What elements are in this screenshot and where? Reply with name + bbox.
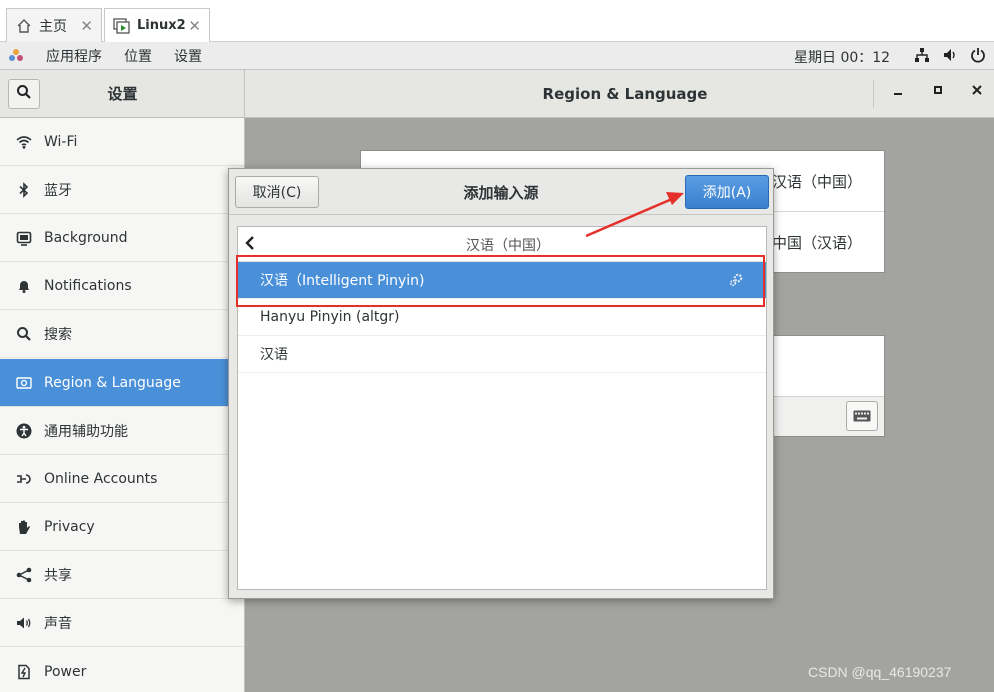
bluetooth-icon xyxy=(16,181,32,198)
sidebar-item-power[interactable]: Power xyxy=(0,648,244,692)
share-icon xyxy=(16,567,32,583)
sidebar-item-label: Wi-Fi xyxy=(44,133,78,150)
sidebar-item-region-language[interactable]: Region & Language xyxy=(0,359,244,407)
sidebar-item-label: 共享 xyxy=(44,567,72,584)
sidebar-item-label: 通用辅助功能 xyxy=(44,423,128,440)
list-item-label: Hanyu Pinyin (altgr) xyxy=(260,309,400,325)
keyboard-icon xyxy=(853,410,871,422)
annotation-highlight-box xyxy=(236,255,765,307)
sidebar-item-label: Privacy xyxy=(44,518,95,535)
tab-linux2-label: Linux2 xyxy=(137,18,186,33)
sidebar-item-bluetooth[interactable]: 蓝牙 xyxy=(0,166,244,214)
panel-title: Region & Language xyxy=(542,85,708,103)
list-item-label: 汉语 xyxy=(260,347,288,363)
network-icon[interactable] xyxy=(914,47,930,63)
sidebar-item-sound[interactable]: 声音 xyxy=(0,599,244,647)
sidebar-item-label: 搜索 xyxy=(44,326,72,343)
sidebar-item-background[interactable]: Background xyxy=(0,214,244,262)
close-icon[interactable]: ✕ xyxy=(80,17,93,35)
sidebar-item-privacy[interactable]: Privacy xyxy=(0,503,244,551)
close-icon[interactable]: ✕ xyxy=(188,17,201,35)
bell-icon xyxy=(16,278,32,294)
sidebar-item-search[interactable]: 搜索 xyxy=(0,310,244,358)
sidebar-item-label: Power xyxy=(44,663,87,680)
add-input-source-dialog: 取消(C) 添加输入源 添加(A) 汉语（中国） 汉语（Intelligent … xyxy=(228,168,774,599)
wifi-icon xyxy=(16,134,32,150)
minimize-button[interactable] xyxy=(888,84,908,104)
power-icon xyxy=(16,664,32,680)
search-icon xyxy=(16,326,32,342)
hand-icon xyxy=(16,519,32,535)
sidebar-item-label: 蓝牙 xyxy=(44,182,72,199)
sidebar-item-label: Online Accounts xyxy=(44,470,158,487)
vm-icon xyxy=(113,17,131,35)
background-icon xyxy=(16,230,32,246)
minimize-icon xyxy=(894,93,902,95)
settings-sidebar: Wi-Fi 蓝牙 Background Notifications 搜索 Reg… xyxy=(0,118,245,692)
sidebar-item-label: Background xyxy=(44,229,128,246)
dialog-header: 取消(C) 添加输入源 添加(A) xyxy=(229,169,773,215)
online-accounts-icon xyxy=(16,471,32,487)
add-button[interactable]: 添加(A) xyxy=(685,175,769,209)
sidebar-item-notifications[interactable]: Notifications xyxy=(0,262,244,310)
maximize-button[interactable] xyxy=(928,84,948,104)
gnome-top-bar: 应用程序 位置 设置 星期日 00：12 xyxy=(0,42,994,70)
breadcrumb: 汉语（中国） xyxy=(466,238,550,254)
accessibility-icon xyxy=(16,423,32,439)
sidebar-item-online-accounts[interactable]: Online Accounts xyxy=(0,455,244,503)
close-button[interactable] xyxy=(967,84,987,104)
home-icon xyxy=(15,17,33,35)
volume-icon[interactable] xyxy=(942,47,958,63)
places-menu[interactable]: 位置 xyxy=(124,46,152,66)
speaker-icon xyxy=(16,615,32,631)
watermark: CSDN @qq_46190237 xyxy=(808,664,952,680)
maximize-icon xyxy=(934,86,942,94)
sidebar-item-label: 声音 xyxy=(44,615,72,632)
sidebar-item-sharing[interactable]: 共享 xyxy=(0,551,244,599)
keyboard-layout-button[interactable] xyxy=(846,401,878,431)
settings-sidebar-header: 设置 xyxy=(0,70,245,118)
vm-tab-strip: 主页 ✕ Linux2 ✕ xyxy=(0,0,994,42)
sidebar-item-label: Notifications xyxy=(44,277,132,294)
language-value: 汉语（中国） xyxy=(771,173,862,191)
tab-home[interactable]: 主页 ✕ xyxy=(6,8,102,42)
settings-menu[interactable]: 设置 xyxy=(174,46,202,66)
formats-value: 中国（汉语） xyxy=(771,234,862,252)
applications-menu[interactable]: 应用程序 xyxy=(46,46,102,66)
settings-title: 设置 xyxy=(107,85,138,103)
tab-linux2[interactable]: Linux2 ✕ xyxy=(104,8,210,42)
applications-icon xyxy=(8,48,24,64)
close-icon xyxy=(972,85,982,95)
tab-home-label: 主页 xyxy=(39,18,67,35)
panel-header: Region & Language xyxy=(245,70,994,118)
header-separator xyxy=(873,80,874,108)
sidebar-item-label: Region & Language xyxy=(44,374,181,391)
sidebar-item-accessibility[interactable]: 通用辅助功能 xyxy=(0,407,244,455)
clock[interactable]: 星期日 00：12 xyxy=(794,47,890,67)
power-icon[interactable] xyxy=(970,47,986,63)
region-icon xyxy=(16,375,32,391)
list-item[interactable]: 汉语 xyxy=(238,336,766,373)
sidebar-item-wifi[interactable]: Wi-Fi xyxy=(0,118,244,166)
